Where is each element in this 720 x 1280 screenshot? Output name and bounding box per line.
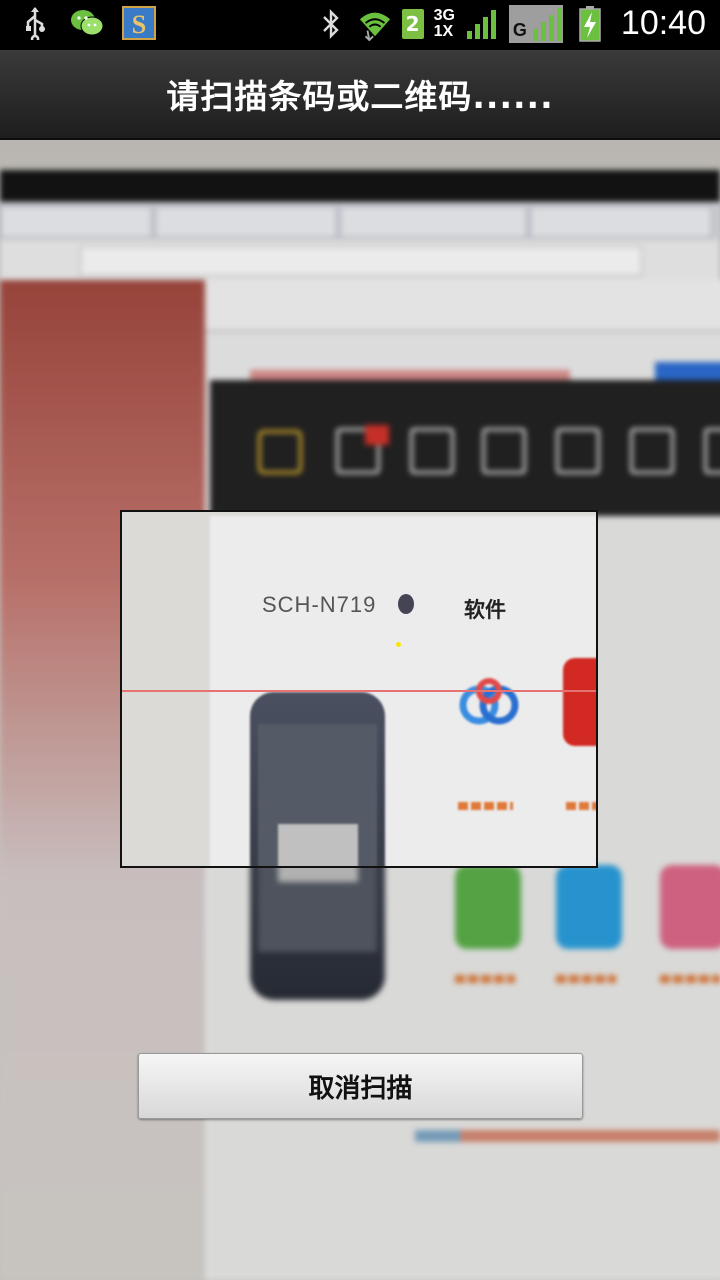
system-icons: 2 3G 1X G 10:40 <box>314 4 706 43</box>
status-bar: S 2 3G 1X G 10:40 <box>0 0 720 50</box>
title-bar: 请扫描条码或二维码...... <box>0 50 720 140</box>
svg-text:S: S <box>132 10 146 39</box>
battery-charging-icon <box>573 5 607 42</box>
scan-frame: SCH-N719 软件 <box>120 510 598 868</box>
network-type-bottom: 1X <box>433 22 454 40</box>
device-model-label: SCH-N719 <box>262 592 377 617</box>
bluetooth-icon <box>314 7 348 41</box>
wechat-icon <box>70 6 104 40</box>
clock: 10:40 <box>620 4 706 42</box>
carrier-signal-icon: G <box>508 4 563 43</box>
app-s-icon: S <box>122 6 156 40</box>
sim-badge: 2 <box>401 8 424 39</box>
camera-preview: SCH-N719 软件 取消扫描 <box>0 140 720 1280</box>
info-icon <box>398 594 414 614</box>
scan-laser-line <box>122 690 596 692</box>
signal-icon <box>465 7 499 41</box>
usb-icon <box>18 6 52 40</box>
page-title: 请扫描条码或二维码...... <box>166 77 554 116</box>
notification-icons: S <box>18 6 156 40</box>
network-type-top: 3G <box>433 6 455 24</box>
focus-point <box>396 642 401 647</box>
network-type-label: 3G 1X <box>433 6 455 40</box>
software-tab-label: 软件 <box>464 598 506 622</box>
wifi-icon <box>358 7 392 41</box>
cancel-scan-button[interactable]: 取消扫描 <box>138 1053 583 1119</box>
